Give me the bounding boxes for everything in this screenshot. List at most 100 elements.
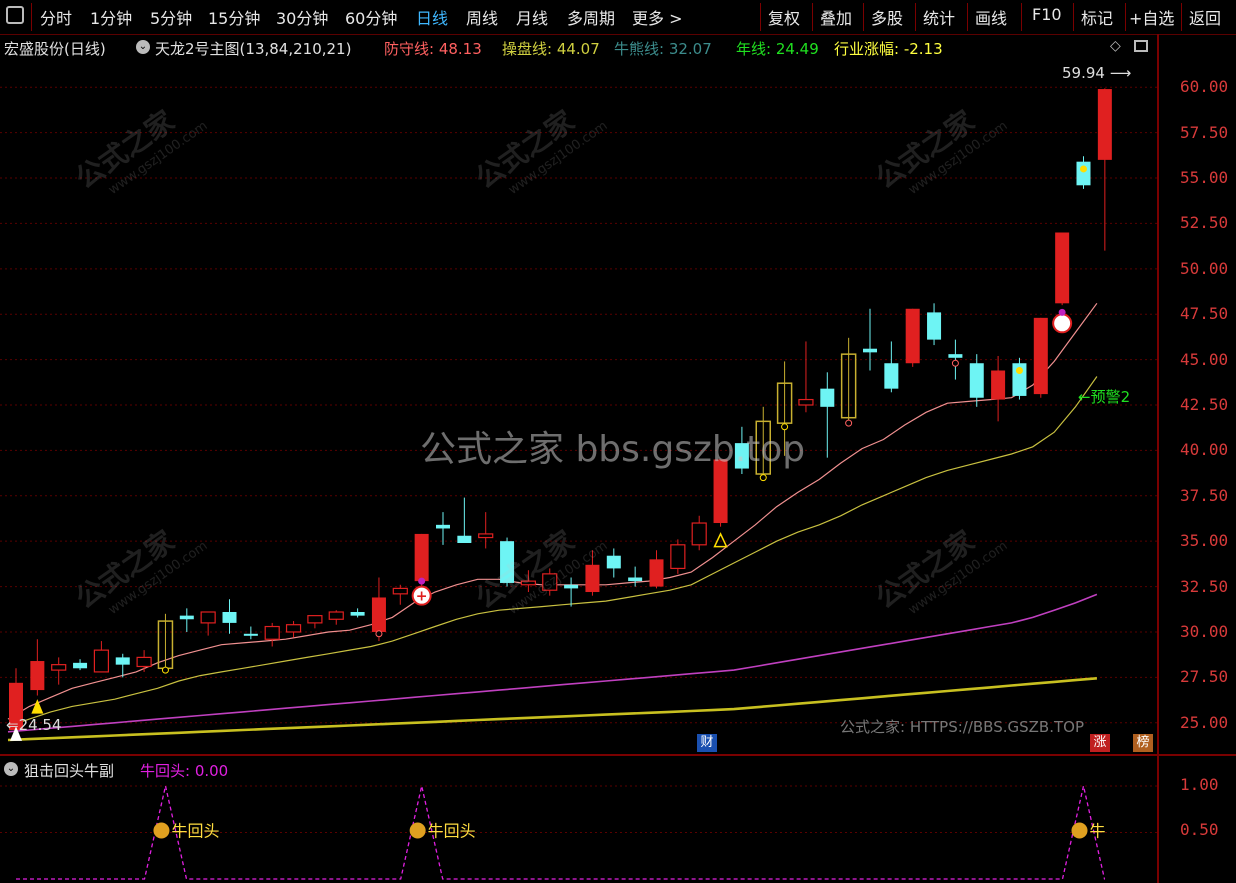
period-tab-8[interactable]: 月线 xyxy=(516,5,548,29)
candle-body xyxy=(649,559,664,587)
period-tab-6[interactable]: 日线 xyxy=(416,5,448,29)
period-tab-1[interactable]: 1分钟 xyxy=(90,5,132,29)
candle-body xyxy=(927,312,942,340)
center-watermark: 公式之家 bbs.gszb.top xyxy=(420,429,806,470)
rank-badge[interactable]: 榜 xyxy=(1133,734,1153,752)
yellow-dot xyxy=(1080,165,1087,173)
price-axis-label: 27.50 xyxy=(1180,667,1229,687)
price-axis-label: 52.50 xyxy=(1180,213,1229,233)
candle-body xyxy=(564,584,579,589)
bull-return-label: 牛 xyxy=(1090,822,1106,841)
price-axis-label: 60.00 xyxy=(1180,77,1229,97)
year-line-value: 年线: 24.49 xyxy=(736,40,819,58)
finance-badge[interactable]: 财 xyxy=(697,734,717,752)
diamond-icon[interactable]: ◇ xyxy=(1110,38,1121,54)
purple-dot xyxy=(418,577,426,585)
period-tab-4[interactable]: 30分钟 xyxy=(276,5,328,29)
action-add-favorite[interactable]: +自选 xyxy=(1129,5,1174,29)
candle-body xyxy=(136,656,152,668)
red-dot xyxy=(951,359,959,367)
low-price-label: ⇐24.54 xyxy=(6,716,62,734)
price-chart[interactable]: + xyxy=(0,60,1160,760)
panel-toggle-icon[interactable] xyxy=(1134,40,1148,52)
yellow-dot xyxy=(1015,367,1023,374)
price-axis-label: 40.00 xyxy=(1180,440,1229,460)
price-axis-label: 57.50 xyxy=(1180,122,1229,142)
candle-body xyxy=(436,524,450,529)
indicator-dropdown-icon[interactable]: ⌄ xyxy=(136,40,150,54)
action-overlay[interactable]: 叠加 xyxy=(820,5,852,29)
indicator-info-bar: 宏盛股份(日线) ⌄ 天龙2号主图(13,84,210,21) 防守线: 48.… xyxy=(0,36,1160,60)
candle-body xyxy=(691,522,707,546)
candle-body xyxy=(179,615,194,620)
action-f10[interactable]: F10 xyxy=(1032,5,1062,24)
sub-indicator-chart[interactable]: 牛回头 牛回头 牛 xyxy=(0,762,1160,882)
sub-axis-label-mid: 0.50 xyxy=(1180,820,1219,839)
candle-body xyxy=(969,363,984,398)
candle-body xyxy=(820,388,835,407)
candle-body xyxy=(606,555,621,569)
candle-body xyxy=(222,612,237,623)
indicator-name[interactable]: 天龙2号主图(13,84,210,21) xyxy=(155,38,351,59)
layout-toggle-icon[interactable] xyxy=(6,6,24,24)
candle-body xyxy=(73,662,88,669)
candle-body xyxy=(328,611,344,620)
candle-body xyxy=(884,363,899,389)
candle-body xyxy=(628,577,643,582)
candle-body xyxy=(1076,161,1091,186)
candle-body xyxy=(1097,89,1112,160)
price-axis-label: 45.00 xyxy=(1180,349,1229,369)
price-axis-label: 35.00 xyxy=(1180,531,1229,551)
candle-body xyxy=(457,535,472,543)
operate-line-value: 操盘线: 44.07 xyxy=(502,40,600,58)
period-tab-more[interactable]: 更多 > xyxy=(632,5,683,29)
price-axis-label: 42.50 xyxy=(1180,395,1229,414)
action-multi-stock[interactable]: 多股 xyxy=(871,5,903,29)
action-restore-rights[interactable]: 复权 xyxy=(768,5,800,29)
price-axis-label: 30.00 xyxy=(1180,621,1229,641)
top-toolbar: 分时 1分钟 5分钟 15分钟 30分钟 60分钟 日线 周线 月线 多周期 更… xyxy=(0,0,1236,35)
action-draw-line[interactable]: 画线 xyxy=(975,5,1007,29)
candle-body xyxy=(307,615,323,624)
candle-body xyxy=(948,354,963,358)
rise-badge[interactable]: 涨 xyxy=(1090,734,1110,752)
candle-body xyxy=(905,308,920,364)
stock-name: 宏盛股份(日线) xyxy=(4,40,106,58)
action-stats[interactable]: 统计 xyxy=(923,5,955,29)
candle-body xyxy=(371,597,386,632)
candle-body xyxy=(1055,232,1070,304)
period-tab-7[interactable]: 周线 xyxy=(466,5,498,29)
period-tab-2[interactable]: 5分钟 xyxy=(150,5,192,29)
industry-change-value: 行业涨幅: -2.13 xyxy=(834,40,943,58)
period-tab-3[interactable]: 15分钟 xyxy=(208,5,260,29)
red-dot xyxy=(375,630,383,638)
period-tab-5[interactable]: 60分钟 xyxy=(345,5,397,29)
bull-bear-line-value: 牛熊线: 32.07 xyxy=(614,40,712,58)
yellow-dot xyxy=(161,666,169,674)
period-tab-0[interactable]: 分时 xyxy=(40,5,72,29)
candlesticks xyxy=(9,88,1112,732)
red-dot xyxy=(845,419,853,427)
candle-body xyxy=(1033,317,1048,395)
panel-separator xyxy=(0,754,1236,756)
candle-body xyxy=(991,370,1006,400)
candle-body xyxy=(200,611,216,624)
defense-line-value: 防守线: 48.13 xyxy=(384,40,482,58)
candle-body xyxy=(264,625,280,640)
candle-body xyxy=(798,398,814,406)
price-axis-label: 25.00 xyxy=(1180,712,1229,732)
high-price-label: 59.94 ⟶ xyxy=(1062,64,1132,82)
action-back[interactable]: 返回 xyxy=(1189,5,1221,29)
candle-body xyxy=(350,612,365,616)
candle-body xyxy=(51,664,67,671)
period-tab-9[interactable]: 多周期 xyxy=(567,5,615,29)
price-axis-label: 55.00 xyxy=(1180,168,1229,188)
candle-body xyxy=(243,633,258,636)
money-bag-icon xyxy=(409,822,426,839)
bull_bear-line xyxy=(7,593,1098,733)
action-mark[interactable]: 标记 xyxy=(1081,5,1113,29)
bull-return-label: 牛回头 xyxy=(171,822,219,841)
price-axis-label: 50.00 xyxy=(1180,258,1229,278)
sub-axis-label-high: 1.00 xyxy=(1180,775,1219,794)
buy-signal-plus: + xyxy=(416,589,428,605)
